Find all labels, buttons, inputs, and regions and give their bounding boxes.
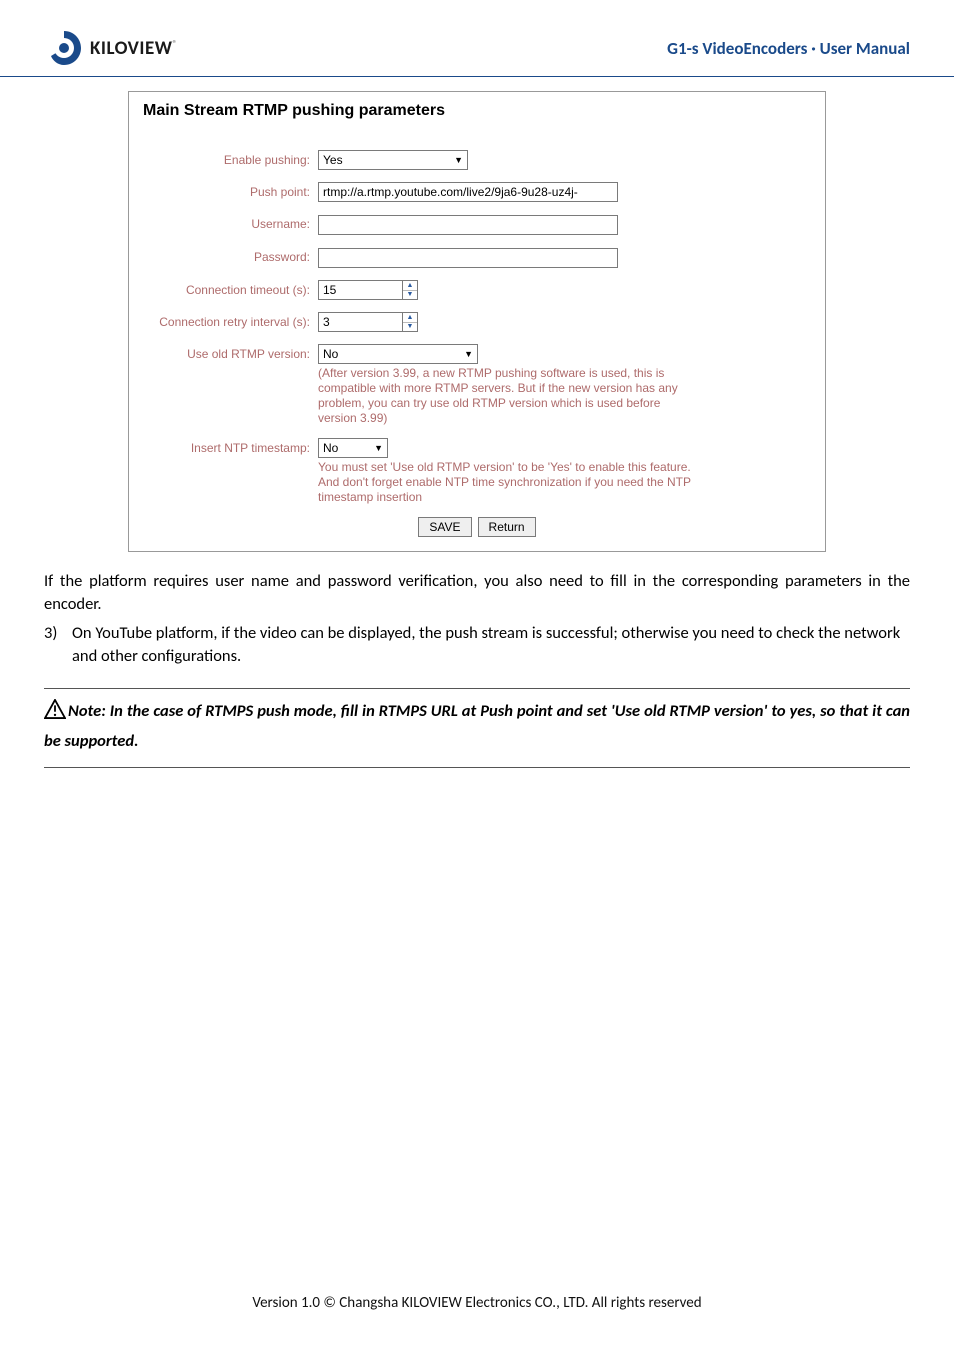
password-input[interactable] — [318, 248, 618, 268]
stepper-arrows: ▲ ▼ — [402, 281, 417, 299]
label-retry-interval: Connection retry interval (s): — [143, 312, 318, 329]
chevron-up-icon[interactable]: ▲ — [403, 313, 417, 323]
brand-name: KILOVIEW® — [90, 37, 178, 60]
list-number: 3) — [44, 622, 72, 668]
enable-pushing-select[interactable]: Yes — [318, 150, 468, 170]
ntp-hint: You must set 'Use old RTMP version' to b… — [318, 460, 698, 505]
brand-logo: KILOVIEW® — [44, 28, 178, 68]
label-username: Username: — [143, 214, 318, 231]
paragraph-verification: If the platform requires user name and p… — [44, 570, 910, 616]
warning-icon — [44, 699, 66, 719]
ntp-select[interactable]: No — [318, 438, 388, 458]
list-text: On YouTube platform, if the video can be… — [72, 622, 910, 668]
connection-timeout-stepper[interactable]: 15 ▲ ▼ — [318, 280, 418, 300]
push-point-input[interactable]: rtmp://a.rtmp.youtube.com/live2/9ja6-9u2… — [318, 182, 618, 202]
old-rtmp-select[interactable]: No — [318, 344, 478, 364]
label-ntp: Insert NTP timestamp: — [143, 438, 318, 455]
label-password: Password: — [143, 247, 318, 264]
label-old-rtmp: Use old RTMP version: — [143, 344, 318, 361]
page-header: KILOVIEW® G1-s VideoEncoders · User Manu… — [0, 0, 954, 77]
chevron-down-icon[interactable]: ▼ — [403, 323, 417, 332]
save-button[interactable]: SAVE — [418, 517, 471, 537]
rtmp-params-panel: Main Stream RTMP pushing parameters Enab… — [128, 91, 826, 552]
old-rtmp-hint: (After version 3.99, a new RTMP pushing … — [318, 366, 698, 426]
note-text: Note: In the case of RTMPS push mode, fi… — [44, 701, 910, 751]
kiloview-logo-icon — [44, 28, 84, 68]
stepper-arrows: ▲ ▼ — [402, 313, 417, 331]
doc-title: G1-s VideoEncoders · User Manual — [667, 38, 910, 59]
note-block: Note: In the case of RTMPS push mode, fi… — [44, 688, 910, 767]
chevron-down-icon[interactable]: ▼ — [403, 291, 417, 300]
return-button[interactable]: Return — [478, 517, 536, 537]
label-enable-pushing: Enable pushing: — [143, 150, 318, 167]
label-connection-timeout: Connection timeout (s): — [143, 280, 318, 297]
username-input[interactable] — [318, 215, 618, 235]
list-item-3: 3) On YouTube platform, if the video can… — [44, 622, 910, 668]
page-footer: Version 1.0 © Changsha KILOVIEW Electron… — [0, 1294, 954, 1312]
chevron-up-icon[interactable]: ▲ — [403, 281, 417, 291]
label-push-point: Push point: — [143, 182, 318, 199]
panel-title: Main Stream RTMP pushing parameters — [143, 102, 811, 120]
retry-interval-stepper[interactable]: 3 ▲ ▼ — [318, 312, 418, 332]
